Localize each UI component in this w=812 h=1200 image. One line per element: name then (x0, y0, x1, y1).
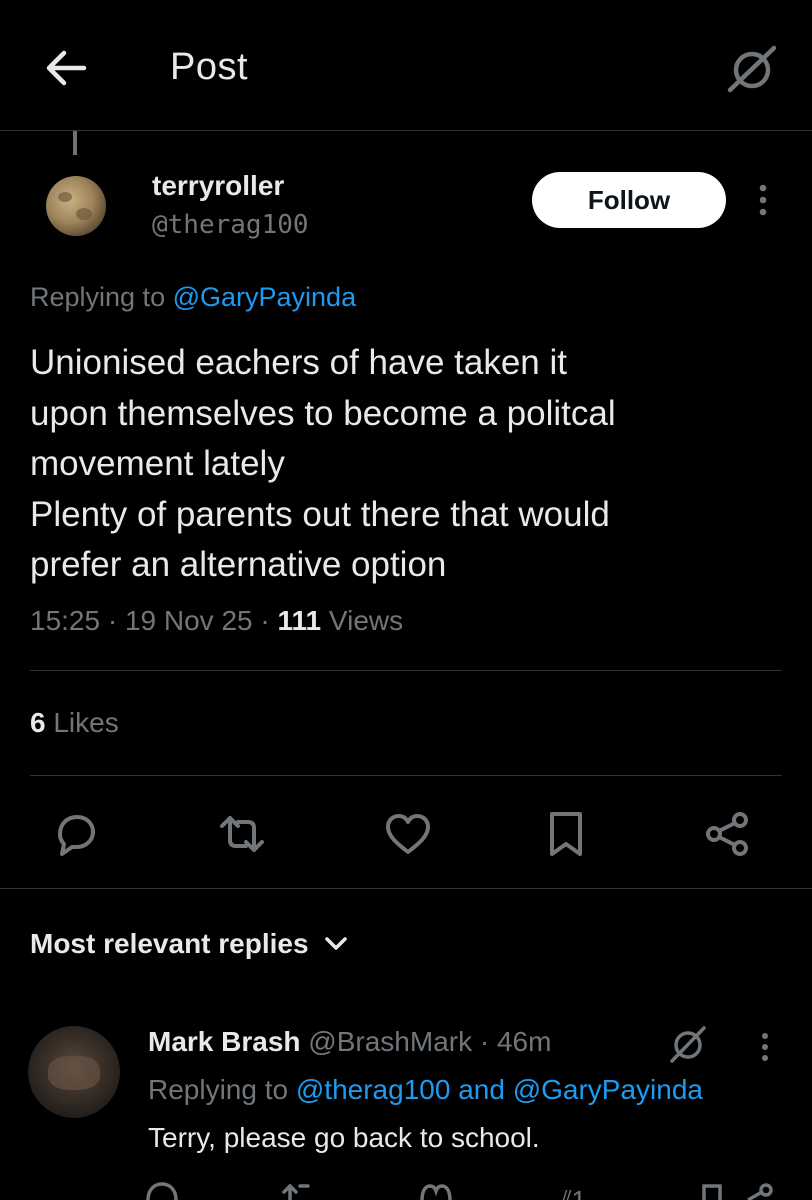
reply-action-repost-icon[interactable] (280, 1178, 316, 1200)
mention-link[interactable]: @therag100 (296, 1074, 451, 1105)
views-count: 111 (277, 605, 322, 636)
reply-display-name[interactable]: Mark Brash (148, 1026, 301, 1057)
bookmark-icon[interactable] (540, 808, 592, 860)
arrow-left-icon[interactable] (44, 48, 88, 88)
more-options-icon[interactable] (752, 180, 774, 220)
reply-header: Mark Brash @BrashMark · 46m (148, 1026, 552, 1057)
replying-prefix: Replying to (30, 282, 173, 312)
reply-action-bookmark-icon[interactable] (700, 1178, 724, 1200)
likes-summary[interactable]: 6 Likes (30, 707, 119, 739)
grok-icon[interactable] (668, 1024, 708, 1064)
replies-sort-dropdown[interactable]: Most relevant replies (30, 928, 349, 960)
reply-action-share-icon[interactable] (740, 1178, 776, 1200)
page-title: Post (170, 46, 249, 88)
post-date[interactable]: 19 Nov 25 (125, 605, 253, 636)
top-bar (0, 0, 812, 130)
reply-action-reply-icon[interactable] (144, 1178, 180, 1200)
likes-count: 6 (30, 707, 46, 738)
likes-divider (30, 775, 782, 776)
reply-views-count: 1 (571, 1185, 587, 1200)
mention-and[interactable]: and (450, 1074, 512, 1105)
reply-handle[interactable]: @BrashMark (308, 1026, 472, 1057)
reply-action-views[interactable]: ⫽1 (560, 1178, 610, 1200)
reply-action-like-icon[interactable] (418, 1178, 454, 1200)
mention-link[interactable]: @GaryPayinda (513, 1074, 703, 1105)
post-meta: 15:25 · 19 Nov 25 · 111 Views (30, 605, 404, 636)
meta-divider (30, 670, 782, 671)
author-handle[interactable]: @therag100 (152, 210, 309, 240)
grok-icon[interactable] (726, 44, 778, 94)
author-display-name[interactable]: terryroller (152, 170, 284, 202)
avatar[interactable] (46, 176, 106, 236)
reply-replying-prefix: Replying to (148, 1074, 296, 1105)
replies-header-label: Most relevant replies (30, 928, 309, 959)
reply-text: Terry, please go back to school. (148, 1122, 540, 1153)
post-text: Unionised eachers of have taken it upon … (30, 343, 616, 584)
views-label: Views (328, 605, 404, 636)
thread-line (73, 131, 77, 155)
reply-views-icon: ⫽ (560, 1185, 572, 1200)
actions-divider (0, 888, 812, 889)
reply-icon[interactable] (50, 808, 102, 860)
repost-icon[interactable] (216, 808, 268, 860)
replying-to: Replying to @GaryPayinda (30, 282, 356, 313)
likes-label: Likes (53, 707, 119, 738)
reply-age[interactable]: 46m (497, 1026, 551, 1057)
post-time[interactable]: 15:25 (30, 605, 100, 636)
follow-button[interactable]: Follow (532, 172, 726, 228)
mention-link[interactable]: @GaryPayinda (173, 282, 357, 312)
reply-more-options-icon[interactable] (756, 1030, 774, 1064)
reply-replying-to: Replying to @therag100 and @GaryPayinda (148, 1074, 703, 1106)
reply-avatar[interactable] (28, 1026, 120, 1118)
share-icon[interactable] (702, 808, 754, 860)
chevron-down-icon (324, 937, 347, 950)
like-icon[interactable] (382, 808, 434, 860)
header-divider (0, 130, 812, 131)
